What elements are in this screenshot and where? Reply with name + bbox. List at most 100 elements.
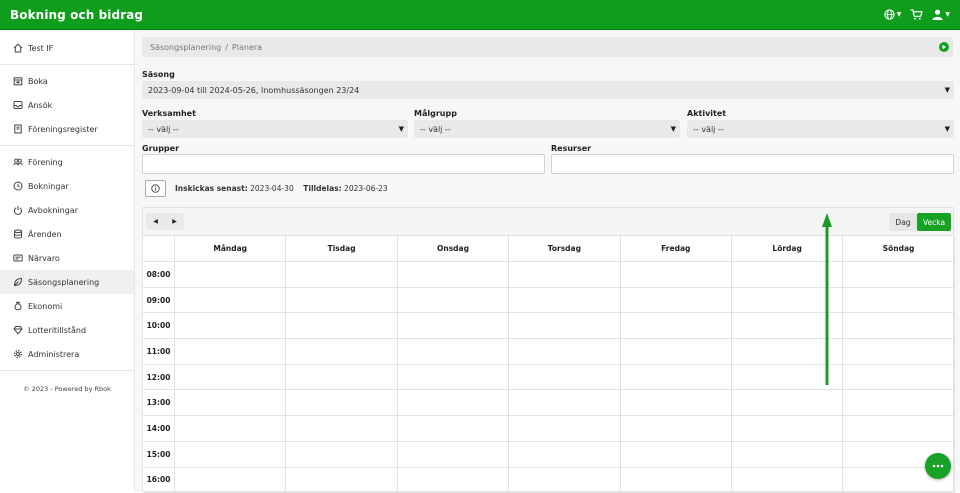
calendar-slot[interactable] [843, 288, 954, 313]
calendar-slot[interactable] [621, 262, 732, 287]
calendar-slot[interactable] [175, 262, 286, 287]
sidebar-item-forening[interactable]: Förening [0, 150, 134, 174]
sidebar-item-lotteritillstand[interactable]: Lotteritillstånd [0, 318, 134, 342]
verksamhet-label: Verksamhet [142, 109, 196, 118]
breadcrumb-item[interactable]: Säsongsplanering [150, 43, 221, 52]
season-select[interactable]: 2023-09-04 till 2024-05-26, Inomhussäson… [142, 81, 954, 99]
calendar-slot[interactable] [843, 390, 954, 415]
play-icon[interactable] [939, 42, 949, 52]
prev-week-button[interactable]: ◀ [153, 218, 158, 225]
calendar-slot[interactable] [732, 468, 843, 493]
calendar-slot[interactable] [175, 442, 286, 467]
calendar-slot[interactable] [509, 288, 620, 313]
calendar-slot[interactable] [509, 468, 620, 493]
chevron-down-icon: ▼ [399, 125, 404, 133]
inbox-icon [13, 100, 23, 110]
malgrupp-select[interactable]: -- välj -- ▼ [414, 120, 680, 138]
main-content: Säsongsplanering / Planera Säsong 2023-0… [135, 30, 960, 492]
aktivitet-select[interactable]: -- välj -- ▼ [687, 120, 954, 138]
sidebar-item-bokningar[interactable]: Bokningar [0, 174, 134, 198]
calendar-slot[interactable] [398, 339, 509, 364]
sidebar-item-foreningsregister[interactable]: Föreningsregister [0, 117, 134, 141]
grupper-input[interactable] [142, 154, 545, 174]
calendar-slot[interactable] [286, 365, 397, 390]
calendar-slot[interactable] [286, 313, 397, 338]
calendar-slot[interactable] [398, 262, 509, 287]
calendar-slot[interactable] [843, 262, 954, 287]
calendar-slot[interactable] [286, 416, 397, 441]
sidebar-item-ekonomi[interactable]: Ekonomi [0, 294, 134, 318]
calendar-slot[interactable] [175, 288, 286, 313]
calendar-slot[interactable] [286, 390, 397, 415]
calendar-slot[interactable] [732, 416, 843, 441]
calendar-slot[interactable] [398, 365, 509, 390]
calendar-slot[interactable] [175, 365, 286, 390]
more-actions-button[interactable] [925, 453, 951, 479]
calendar-slot[interactable] [398, 468, 509, 493]
calendar-slot[interactable] [621, 288, 732, 313]
sidebar-item-narvaro[interactable]: Närvaro [0, 246, 134, 270]
calendar-slot[interactable] [286, 339, 397, 364]
calendar-slot[interactable] [175, 313, 286, 338]
calendar-slot[interactable] [732, 390, 843, 415]
sidebar-item-arenden[interactable]: Ärenden [0, 222, 134, 246]
leaf-icon [13, 277, 23, 287]
calendar-time-label: 09:00 [143, 288, 175, 313]
calendar-slot[interactable] [621, 365, 732, 390]
user-menu[interactable]: ▼ [932, 9, 950, 20]
resurser-input[interactable] [551, 154, 954, 174]
calendar-slot[interactable] [175, 339, 286, 364]
calendar-slot[interactable] [175, 468, 286, 493]
calendar-slot[interactable] [398, 288, 509, 313]
calendar-slot[interactable] [509, 390, 620, 415]
malgrupp-label: Målgrupp [414, 109, 457, 118]
calendar-slot[interactable] [509, 339, 620, 364]
calendar-slot[interactable] [732, 442, 843, 467]
view-day-button[interactable]: Dag [889, 213, 917, 231]
next-week-button[interactable]: ▶ [172, 218, 177, 225]
calendar-slot[interactable] [286, 442, 397, 467]
sidebar-item-test-if[interactable]: Test IF [0, 36, 134, 60]
calendar-slot[interactable] [398, 442, 509, 467]
info-button[interactable] [145, 180, 166, 197]
calendar-slot[interactable] [286, 468, 397, 493]
sidebar-item-sasongsplanering[interactable]: Säsongsplanering [0, 270, 134, 294]
calendar-slot[interactable] [621, 313, 732, 338]
sidebar-item-boka[interactable]: Boka [0, 69, 134, 93]
calendar-slot[interactable] [843, 339, 954, 364]
calendar-slot[interactable] [509, 416, 620, 441]
calendar-slot[interactable] [621, 416, 732, 441]
users-icon [13, 157, 23, 167]
view-week-button[interactable]: Vecka [917, 213, 951, 231]
calendar-slot[interactable] [621, 390, 732, 415]
aktivitet-select-value: -- välj -- [693, 125, 724, 134]
calendar-slot[interactable] [843, 416, 954, 441]
calendar-slot[interactable] [621, 442, 732, 467]
app-title[interactable]: Bokning och bidrag [10, 8, 143, 22]
verksamhet-select[interactable]: -- välj -- ▼ [142, 120, 408, 138]
calendar-slot[interactable] [843, 365, 954, 390]
breadcrumb-separator: / [225, 43, 228, 52]
calendar-slot[interactable] [286, 262, 397, 287]
sidebar-item-ansok[interactable]: Ansök [0, 93, 134, 117]
calendar-slot[interactable] [398, 313, 509, 338]
sidebar-item-avbokningar[interactable]: Avbokningar [0, 198, 134, 222]
calendar-slot[interactable] [175, 416, 286, 441]
calendar-slot[interactable] [509, 262, 620, 287]
sidebar-item-label: Bokningar [28, 182, 69, 191]
cart-button[interactable] [910, 9, 923, 20]
calendar-time-label: 08:00 [143, 262, 175, 287]
calendar-slot[interactable] [621, 339, 732, 364]
sidebar-item-administrera[interactable]: Administrera [0, 342, 134, 366]
calendar-slot[interactable] [843, 313, 954, 338]
calendar-slot[interactable] [175, 390, 286, 415]
calendar-slot[interactable] [286, 288, 397, 313]
calendar-slot[interactable] [509, 365, 620, 390]
calendar-slot[interactable] [509, 313, 620, 338]
language-menu[interactable]: ▼ [884, 9, 902, 20]
calendar-slot[interactable] [398, 390, 509, 415]
calendar-slot[interactable] [398, 416, 509, 441]
sidebar-item-label: Säsongsplanering [28, 278, 99, 287]
calendar-slot[interactable] [621, 468, 732, 493]
calendar-slot[interactable] [509, 442, 620, 467]
